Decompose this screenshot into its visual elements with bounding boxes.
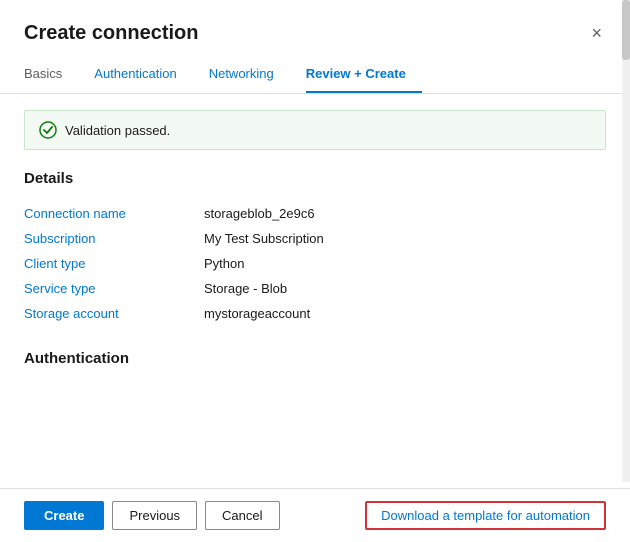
details-section-title: Details (24, 170, 606, 187)
tab-review-create[interactable]: Review + Create (306, 58, 422, 93)
cancel-button[interactable]: Cancel (205, 501, 279, 530)
dialog-header: Create connection × (0, 0, 630, 54)
value-storage-account: mystorageaccount (204, 301, 606, 326)
value-client-type: Python (204, 251, 606, 276)
table-row: Subscription My Test Subscription (24, 226, 606, 251)
close-button[interactable]: × (587, 20, 606, 46)
authentication-section: Authentication (24, 350, 606, 367)
authentication-section-title: Authentication (24, 350, 606, 367)
tab-authentication[interactable]: Authentication (94, 58, 192, 93)
tab-bar: Basics Authentication Networking Review … (0, 58, 630, 94)
details-table: Connection name storageblob_2e9c6 Subscr… (24, 201, 606, 326)
dialog-title: Create connection (24, 22, 198, 45)
table-row: Storage account mystorageaccount (24, 301, 606, 326)
table-row: Client type Python (24, 251, 606, 276)
value-subscription: My Test Subscription (204, 226, 606, 251)
label-storage-account: Storage account (24, 301, 204, 326)
download-template-button[interactable]: Download a template for automation (365, 501, 606, 530)
check-circle-icon (39, 121, 57, 139)
create-button[interactable]: Create (24, 501, 104, 530)
dialog-content: Validation passed. Details Connection na… (0, 94, 630, 488)
label-subscription: Subscription (24, 226, 204, 251)
label-service-type: Service type (24, 276, 204, 301)
tab-basics[interactable]: Basics (24, 58, 78, 93)
tab-networking[interactable]: Networking (209, 58, 290, 93)
table-row: Service type Storage - Blob (24, 276, 606, 301)
value-service-type: Storage - Blob (204, 276, 606, 301)
table-row: Connection name storageblob_2e9c6 (24, 201, 606, 226)
validation-banner: Validation passed. (24, 110, 606, 150)
create-connection-dialog: Create connection × Basics Authenticatio… (0, 0, 630, 542)
label-connection-name: Connection name (24, 201, 204, 226)
previous-button[interactable]: Previous (112, 501, 197, 530)
label-client-type: Client type (24, 251, 204, 276)
dialog-footer: Create Previous Cancel Download a templa… (0, 488, 630, 542)
value-connection-name: storageblob_2e9c6 (204, 201, 606, 226)
scrollbar-track (622, 0, 630, 482)
scrollbar-thumb[interactable] (622, 0, 630, 60)
validation-text: Validation passed. (65, 123, 170, 138)
details-section: Details Connection name storageblob_2e9c… (24, 170, 606, 326)
